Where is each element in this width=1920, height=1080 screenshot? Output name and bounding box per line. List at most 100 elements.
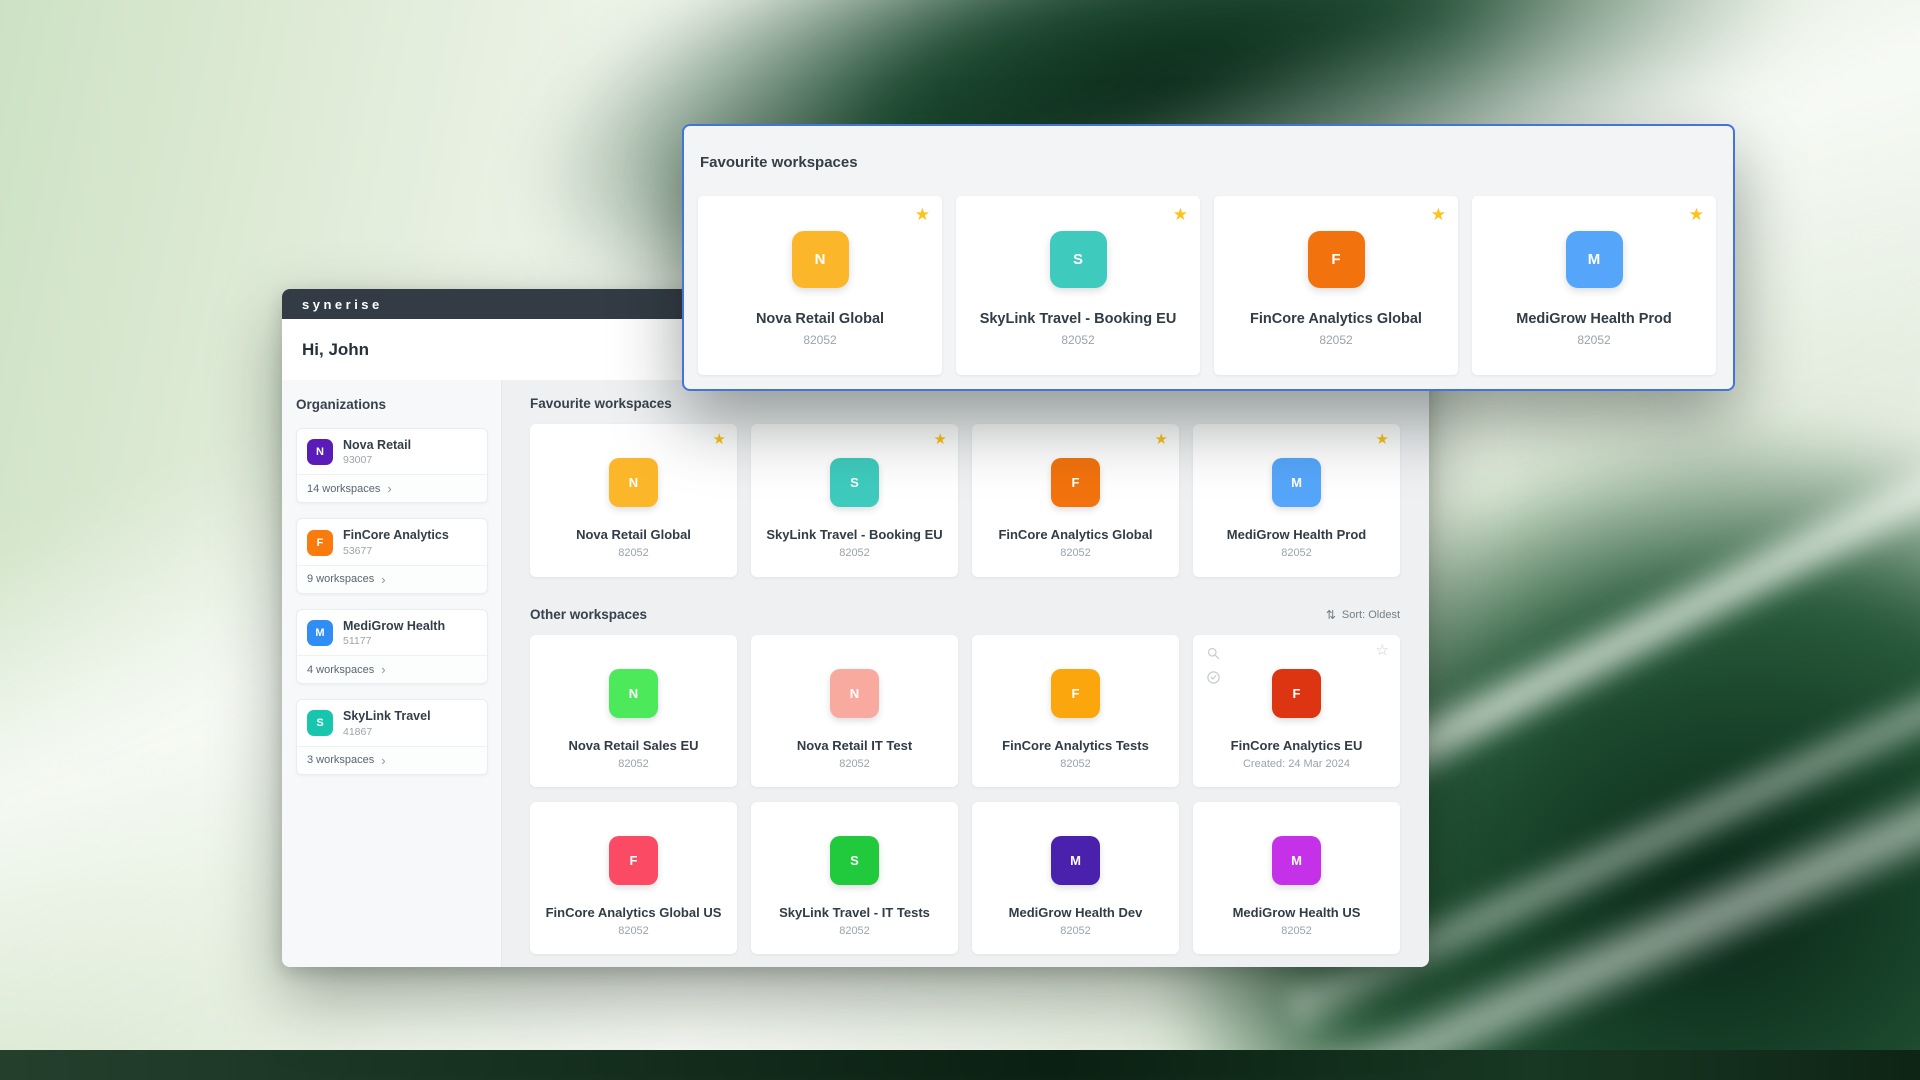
background-bottom-strip <box>0 1050 1920 1080</box>
workspace-initial: F <box>630 853 638 868</box>
workspace-card-fincore-global-us[interactable]: F FinCore Analytics Global US 82052 <box>530 802 737 954</box>
workspace-id: 82052 <box>1214 333 1458 347</box>
org-workspaces-label: 9 workspaces <box>307 573 374 585</box>
workspace-name: FinCore Analytics Tests <box>972 738 1179 753</box>
org-id: 51177 <box>343 635 445 647</box>
favourite-star-icon[interactable]: ★ <box>1155 432 1168 447</box>
favourite-star-icon[interactable]: ★ <box>1689 206 1704 223</box>
workspace-tile: M <box>1272 458 1321 507</box>
workspace-tile: N <box>609 669 658 718</box>
workspace-card-nova-retail-global[interactable]: ★ N Nova Retail Global 82052 <box>530 424 737 577</box>
favourite-star-icon[interactable]: ★ <box>915 206 930 223</box>
search-icon[interactable] <box>1206 646 1221 661</box>
workspace-card-fincore-eu[interactable]: ☆ F FinCore Analytics EU Created: 24 Mar… <box>1193 635 1400 787</box>
chevron-right-icon: › <box>381 573 385 586</box>
workspace-name: Nova Retail Global <box>530 527 737 542</box>
workspace-tile: N <box>609 458 658 507</box>
sort-button[interactable]: ⇅ Sort: Oldest <box>1326 608 1400 622</box>
org-avatar: M <box>307 620 333 646</box>
workspace-tile: F <box>1051 458 1100 507</box>
org-initial: M <box>315 627 324 639</box>
favourite-star-icon[interactable]: ★ <box>1173 206 1188 223</box>
workspace-card-skylink-booking-eu[interactable]: ★ S SkyLink Travel - Booking EU 82052 <box>751 424 958 577</box>
workspace-tile: M <box>1272 836 1321 885</box>
popup-card-fincore-global[interactable]: ★ F FinCore Analytics Global 82052 <box>1214 196 1458 375</box>
favourite-star-icon[interactable]: ★ <box>934 432 947 447</box>
workspace-tile: S <box>1050 231 1107 288</box>
workspace-tile: N <box>830 669 879 718</box>
workspace-initial: M <box>1070 853 1081 868</box>
organizations-title: Organizations <box>296 397 488 412</box>
workspace-tile: M <box>1566 231 1623 288</box>
org-card-nova-retail[interactable]: N Nova Retail 93007 14 workspaces › <box>296 428 488 503</box>
organizations-sidebar: Organizations N Nova Retail 93007 14 wor… <box>282 380 502 967</box>
workspace-name: SkyLink Travel - IT Tests <box>751 905 958 920</box>
workspace-initial: F <box>1293 686 1301 701</box>
popup-card-nova-retail-global[interactable]: ★ N Nova Retail Global 82052 <box>698 196 942 375</box>
org-workspaces-label: 3 workspaces <box>307 754 374 766</box>
popup-title: Favourite workspaces <box>700 154 1719 171</box>
sort-arrows-icon: ⇅ <box>1326 608 1336 622</box>
workspace-card-fincore-global[interactable]: ★ F FinCore Analytics Global 82052 <box>972 424 1179 577</box>
favourites-preview-popup: Favourite workspaces ★ N Nova Retail Glo… <box>682 124 1735 391</box>
workspace-initial: M <box>1291 853 1302 868</box>
workspace-id: 82052 <box>972 758 1179 770</box>
org-name: Nova Retail <box>343 438 411 452</box>
chevron-right-icon: › <box>381 663 385 676</box>
sort-label: Sort: Oldest <box>1342 609 1400 621</box>
popup-card-skylink-booking-eu[interactable]: ★ S SkyLink Travel - Booking EU 82052 <box>956 196 1200 375</box>
org-card-skylink-travel[interactable]: S SkyLink Travel 41867 3 workspaces › <box>296 699 488 774</box>
workspace-card-skylink-it-tests[interactable]: S SkyLink Travel - IT Tests 82052 <box>751 802 958 954</box>
workspace-id: 82052 <box>1193 925 1400 937</box>
workspace-name: Nova Retail Global <box>698 311 942 327</box>
org-workspaces-link[interactable]: 14 workspaces › <box>297 474 487 502</box>
workspace-tile: M <box>1051 836 1100 885</box>
workspace-initial: M <box>1588 251 1601 268</box>
workspace-name: MediGrow Health Prod <box>1472 311 1716 327</box>
workspace-card-nova-sales-eu[interactable]: N Nova Retail Sales EU 82052 <box>530 635 737 787</box>
workspace-tile: S <box>830 836 879 885</box>
org-card-fincore-analytics[interactable]: F FinCore Analytics 53677 9 workspaces › <box>296 518 488 593</box>
org-id: 53677 <box>343 545 449 557</box>
chevron-right-icon: › <box>387 482 391 495</box>
workspace-name: Nova Retail Sales EU <box>530 738 737 753</box>
org-initial: N <box>316 446 324 458</box>
workspaces-main: Favourite workspaces ★ N Nova Retail Glo… <box>502 380 1429 967</box>
favourite-star-icon[interactable]: ★ <box>1431 206 1446 223</box>
favourite-star-icon[interactable]: ★ <box>1376 432 1389 447</box>
favourite-star-outline-icon[interactable]: ☆ <box>1376 643 1389 658</box>
org-initial: S <box>316 717 323 729</box>
org-workspaces-link[interactable]: 4 workspaces › <box>297 655 487 683</box>
workspace-card-medigrow-prod[interactable]: ★ M MediGrow Health Prod 82052 <box>1193 424 1400 577</box>
org-workspaces-link[interactable]: 3 workspaces › <box>297 746 487 774</box>
workspace-name: MediGrow Health US <box>1193 905 1400 920</box>
workspace-id: 82052 <box>751 758 958 770</box>
popup-cards-row: ★ N Nova Retail Global 82052 ★ S SkyLink… <box>698 196 1719 375</box>
workspace-tile: N <box>792 231 849 288</box>
workspace-initial: S <box>850 853 859 868</box>
favourite-star-icon[interactable]: ★ <box>713 432 726 447</box>
workspace-initial: F <box>1072 686 1080 701</box>
org-initial: F <box>317 537 324 549</box>
workspace-tile: F <box>1308 231 1365 288</box>
workspace-id: 82052 <box>1472 333 1716 347</box>
org-card-medigrow-health[interactable]: M MediGrow Health 51177 4 workspaces › <box>296 609 488 684</box>
workspace-initial: F <box>1072 475 1080 490</box>
workspace-name: Nova Retail IT Test <box>751 738 958 753</box>
org-id: 93007 <box>343 454 411 466</box>
workspace-id: 82052 <box>530 925 737 937</box>
workspace-card-nova-it-test[interactable]: N Nova Retail IT Test 82052 <box>751 635 958 787</box>
org-workspaces-link[interactable]: 9 workspaces › <box>297 565 487 593</box>
org-workspaces-label: 4 workspaces <box>307 664 374 676</box>
workspace-initial: S <box>1073 251 1083 268</box>
workspace-card-fincore-tests[interactable]: F FinCore Analytics Tests 82052 <box>972 635 1179 787</box>
popup-card-medigrow-prod[interactable]: ★ M MediGrow Health Prod 82052 <box>1472 196 1716 375</box>
workspace-name: SkyLink Travel - Booking EU <box>956 311 1200 327</box>
workspace-name: MediGrow Health Prod <box>1193 527 1400 542</box>
org-name: SkyLink Travel <box>343 709 431 723</box>
others-section-title: Other workspaces <box>530 607 647 622</box>
workspace-card-medigrow-us[interactable]: M MediGrow Health US 82052 <box>1193 802 1400 954</box>
workspace-id: 82052 <box>956 333 1200 347</box>
workspace-card-medigrow-dev[interactable]: M MediGrow Health Dev 82052 <box>972 802 1179 954</box>
check-circle-icon[interactable] <box>1206 670 1221 685</box>
